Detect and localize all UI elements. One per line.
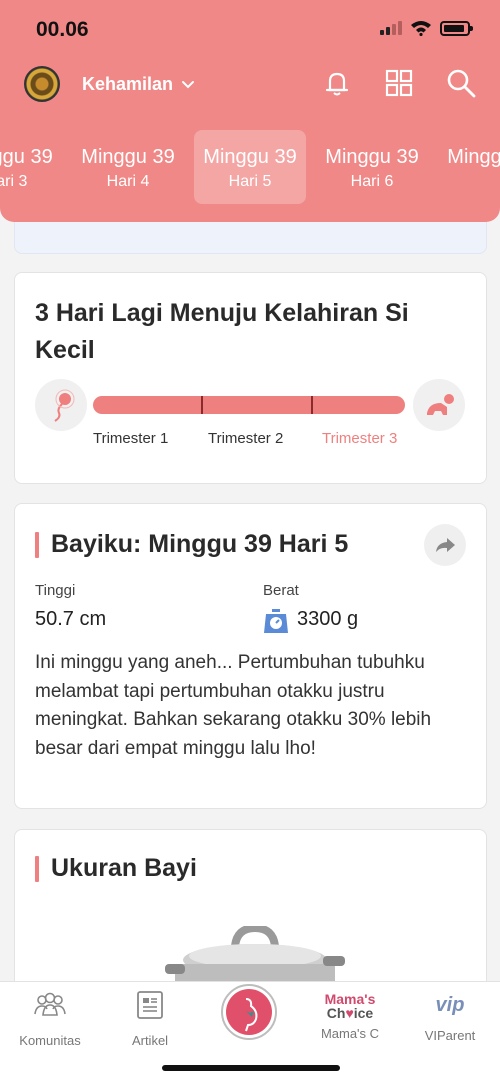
- week-day-selector[interactable]: Minggu 39 Hari 3 Minggu 39 Hari 4 Minggu…: [0, 128, 500, 206]
- week-label: Minggu 39: [447, 146, 500, 168]
- mamas-choice-logo: Mama's Ch♥ice: [324, 991, 376, 1021]
- nav-viparent[interactable]: vip VIParent: [400, 988, 500, 1043]
- trimester-label-3: Trimester 3: [322, 430, 398, 447]
- nav-artikel[interactable]: Artikel: [100, 988, 200, 1048]
- baby-crawling-icon: [413, 379, 465, 431]
- vip-logo: vip: [435, 994, 465, 1016]
- week-label: Minggu 39: [0, 146, 53, 168]
- header: 00.06 Kehamilan gu 39 ari 3 Minggu 39 Ha…: [0, 0, 500, 222]
- trimester-label-1: Trimester 1: [93, 430, 169, 447]
- trimester-divider: [201, 396, 203, 414]
- day-label: Hari 3: [0, 173, 28, 190]
- bell-icon[interactable]: [322, 68, 352, 98]
- baby-title-text: Bayiku: Minggu 39 Hari 5: [51, 530, 349, 558]
- share-button[interactable]: [424, 524, 466, 566]
- signal-icon: [380, 21, 402, 35]
- week-label: Minggu 39: [203, 146, 297, 168]
- scale-icon: [264, 609, 288, 633]
- day-label: Hari 4: [106, 173, 150, 190]
- title-accent-bar: [35, 531, 39, 558]
- day-label: Hari 6: [350, 173, 394, 190]
- pregnancy-home-button[interactable]: [221, 984, 277, 1040]
- week-label: Minggu 39: [81, 146, 175, 168]
- weight-value: 3300 g: [297, 608, 359, 630]
- baby-title: Bayiku: Minggu 39 Hari 5: [35, 530, 348, 559]
- article-icon: [137, 991, 163, 1019]
- week-day-tab[interactable]: Minggu 39 Hari 3: [0, 130, 62, 204]
- nav-label: Artikel: [131, 1033, 169, 1048]
- trimester-label-2: Trimester 2: [208, 430, 284, 447]
- pregnancy-icon: [245, 998, 258, 1032]
- day-label: Hari 5: [228, 173, 272, 190]
- profile-label: Kehamilan: [82, 74, 174, 94]
- grid-menu-icon[interactable]: [384, 68, 414, 98]
- nav-label: Komunitas: [19, 1033, 81, 1048]
- height-value: 50.7 cm: [35, 608, 107, 630]
- status-time: 00.06: [36, 18, 89, 41]
- week-day-tab[interactable]: Minggu 39: [438, 130, 500, 204]
- size-title: Ukuran Bayi: [35, 854, 197, 883]
- community-icon: [34, 992, 66, 1016]
- previous-card-footer: [15, 223, 486, 253]
- share-icon: [436, 538, 455, 552]
- status-icons: [380, 20, 473, 36]
- title-accent-bar: [35, 855, 39, 882]
- wifi-icon: [411, 21, 431, 36]
- week-day-tab[interactable]: Minggu 39 Hari 6: [316, 130, 428, 204]
- baby-description: Ini minggu yang aneh... Pertumbuhan tubu…: [35, 652, 432, 759]
- pregnancy-icon-bg: [226, 989, 272, 1035]
- nav-label: Mama's C: [320, 1026, 380, 1041]
- nav-komunitas[interactable]: Komunitas: [0, 988, 100, 1048]
- week-day-tab[interactable]: Minggu 39 Hari 4: [72, 130, 184, 204]
- trimester-progress-bar: [93, 396, 405, 414]
- battery-icon: [440, 20, 473, 36]
- nav-label: VIParent: [424, 1028, 476, 1043]
- weight-label: Berat: [263, 582, 299, 599]
- baby-info-card: Bayiku: Minggu 39 Hari 5 Tinggi 50.7 cm …: [14, 503, 487, 809]
- week-day-tab-active[interactable]: Minggu 39 Hari 5: [194, 130, 306, 204]
- countdown-title: 3 Hari Lagi Menuju Kelahiran Si Kecil: [35, 299, 409, 364]
- week-label: Minggu 39: [325, 146, 419, 168]
- size-title-text: Ukuran Bayi: [51, 854, 197, 882]
- trimester-divider: [311, 396, 313, 414]
- avatar[interactable]: [24, 66, 60, 102]
- top-bar: Kehamilan: [0, 62, 500, 108]
- profile-selector[interactable]: Kehamilan: [82, 74, 195, 95]
- home-indicator: [162, 1065, 340, 1071]
- sperm-egg-icon: [35, 379, 87, 431]
- countdown-card: 3 Hari Lagi Menuju Kelahiran Si Kecil Tr…: [14, 272, 487, 484]
- search-icon[interactable]: [446, 68, 476, 98]
- nav-mamas-choice[interactable]: Mama's Ch♥ice Mama's C: [300, 988, 400, 1041]
- chevron-down-icon: [182, 80, 195, 88]
- status-bar: 00.06: [0, 0, 500, 56]
- height-label: Tinggi: [35, 582, 76, 599]
